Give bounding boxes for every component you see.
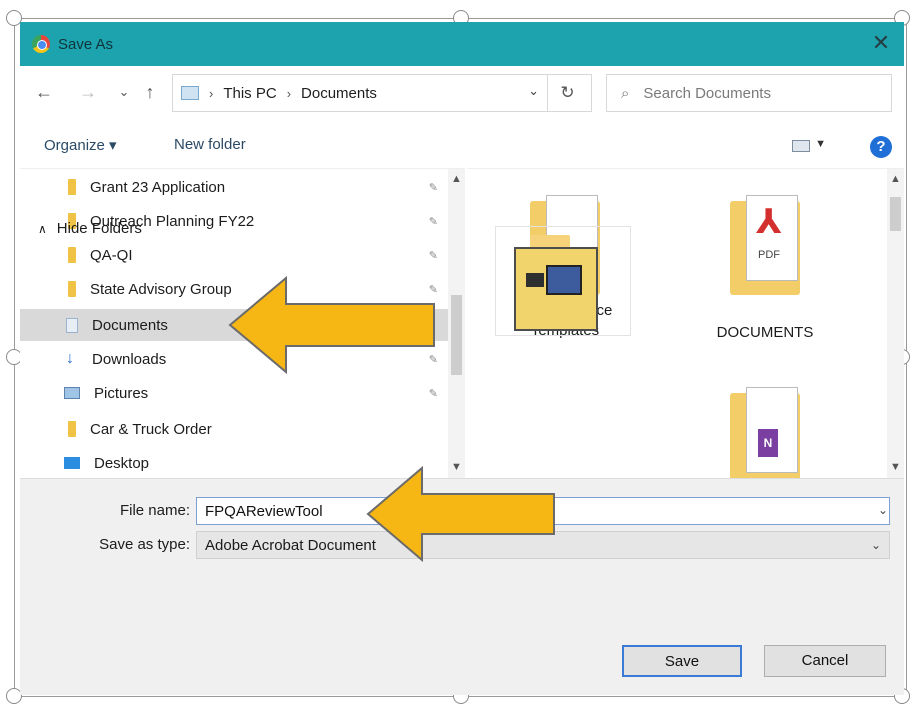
pdf-badge-label: PDF bbox=[758, 249, 780, 261]
onenote-badge: N bbox=[758, 429, 778, 457]
sidebar-item-label: QA-QI bbox=[90, 246, 133, 264]
file-item-app-folder[interactable] bbox=[495, 226, 631, 336]
sidebar-item-label: Car & Truck Order bbox=[90, 420, 212, 438]
title-bar[interactable]: Save As ✕ bbox=[20, 22, 904, 66]
file-view-scrollbar[interactable]: ▲ ▼ bbox=[887, 169, 904, 479]
view-options-icon[interactable] bbox=[792, 140, 810, 152]
file-item-documents[interactable]: ⅄ PDF DOCUMENTS bbox=[695, 195, 835, 343]
command-toolbar: Organize ▾ New folder ▼ ? bbox=[20, 126, 904, 166]
breadcrumb-documents[interactable]: Documents bbox=[301, 85, 377, 102]
pin-icon: ✎ bbox=[428, 249, 438, 262]
navigation-pane-scrollbar[interactable]: ▲ ▼ bbox=[448, 169, 465, 479]
sidebar-item-pictures[interactable]: Pictures ✎ bbox=[20, 377, 448, 409]
sidebar-item-label: Desktop bbox=[94, 454, 150, 472]
new-folder-button[interactable]: New folder bbox=[174, 136, 246, 153]
save-as-type-value: Adobe Acrobat Document bbox=[205, 536, 376, 554]
sidebar-item-qa-qi[interactable]: QA-QI ✎ bbox=[20, 239, 448, 271]
up-button[interactable]: ↑ bbox=[138, 78, 162, 106]
hide-folders-button[interactable]: ∧ Hide Folders bbox=[38, 220, 142, 237]
dialog-title: Save As bbox=[58, 35, 114, 53]
sidebar-item-car-truck-order[interactable]: Car & Truck Order bbox=[20, 413, 448, 445]
folder-icon bbox=[68, 247, 76, 263]
save-as-type-dropdown-icon: ⌄ bbox=[870, 538, 881, 552]
breadcrumb-separator: › bbox=[209, 85, 214, 101]
save-as-dialog: Save As ✕ ← → ⌄ ↑ › This PC › Documents … bbox=[20, 22, 904, 695]
sidebar-item-label: State Advisory Group bbox=[90, 280, 232, 298]
pin-icon: ✎ bbox=[428, 387, 438, 400]
desktop-icon bbox=[64, 457, 80, 469]
chrome-icon bbox=[32, 35, 50, 53]
annotation-arrow-file-name bbox=[366, 466, 555, 562]
file-name-dropdown-icon[interactable]: ⌄ bbox=[878, 503, 888, 517]
sidebar-item-label: Grant 23 Application bbox=[90, 178, 226, 196]
save-as-type-label: Save as type: bbox=[99, 536, 190, 553]
save-button[interactable]: Save bbox=[622, 645, 742, 677]
cancel-button[interactable]: Cancel bbox=[764, 645, 886, 677]
search-input[interactable]: Search Documents bbox=[643, 85, 771, 102]
address-bar[interactable]: › This PC › Documents ⌄ ↻ bbox=[172, 74, 592, 112]
search-box[interactable]: ⌕ Search Documents bbox=[606, 74, 892, 112]
pictures-icon bbox=[64, 387, 80, 399]
folder-icon bbox=[68, 421, 76, 437]
sidebar-item-label: Documents bbox=[92, 316, 168, 334]
breadcrumb-this-pc[interactable]: This PC bbox=[223, 85, 276, 102]
onenote-folder-icon: N bbox=[730, 387, 800, 487]
view-dropdown-icon[interactable]: ▼ bbox=[815, 138, 826, 150]
pin-icon: ✎ bbox=[428, 215, 438, 228]
scrollbar-thumb[interactable] bbox=[890, 197, 901, 231]
hide-folders-label: Hide Folders bbox=[56, 220, 142, 237]
organize-button[interactable]: Organize ▾ bbox=[44, 136, 117, 154]
navigation-bar: ← → ⌄ ↑ › This PC › Documents ⌄ ↻ ⌕ Sear… bbox=[20, 70, 904, 116]
annotation-arrow-documents bbox=[228, 276, 435, 374]
help-icon[interactable]: ? bbox=[870, 136, 892, 158]
sidebar-item-label: Pictures bbox=[94, 384, 149, 402]
scrollbar-thumb[interactable] bbox=[451, 295, 462, 375]
folder-icon bbox=[68, 179, 76, 195]
this-pc-icon bbox=[181, 86, 199, 100]
scroll-up-icon[interactable]: ▲ bbox=[450, 173, 463, 185]
breadcrumb-separator: › bbox=[286, 85, 292, 101]
download-icon: ↓ bbox=[66, 350, 74, 367]
chevron-up-icon: ∧ bbox=[38, 221, 47, 236]
pin-icon: ✎ bbox=[428, 181, 438, 194]
address-dropdown-icon[interactable]: ⌄ bbox=[528, 83, 539, 99]
scroll-down-icon[interactable]: ▼ bbox=[889, 461, 902, 473]
app-folder-icon bbox=[514, 247, 598, 331]
forward-button[interactable]: → bbox=[76, 78, 100, 106]
sidebar-item-label: Downloads bbox=[92, 350, 167, 368]
refresh-button[interactable]: ↻ bbox=[547, 75, 587, 111]
back-button[interactable]: ← bbox=[32, 78, 56, 106]
documents-icon bbox=[66, 317, 78, 333]
sidebar-item-grant-23-application[interactable]: Grant 23 Application ✎ bbox=[20, 171, 448, 203]
file-item-label: DOCUMENTS bbox=[716, 324, 814, 341]
close-button[interactable]: ✕ bbox=[868, 30, 894, 56]
file-name-label: File name: bbox=[119, 502, 190, 519]
search-icon: ⌕ bbox=[621, 84, 630, 102]
scroll-up-icon[interactable]: ▲ bbox=[889, 173, 902, 185]
recent-locations-button[interactable]: ⌄ bbox=[112, 78, 136, 106]
pdf-folder-icon: ⅄ PDF bbox=[730, 195, 800, 295]
folder-icon bbox=[68, 281, 76, 297]
